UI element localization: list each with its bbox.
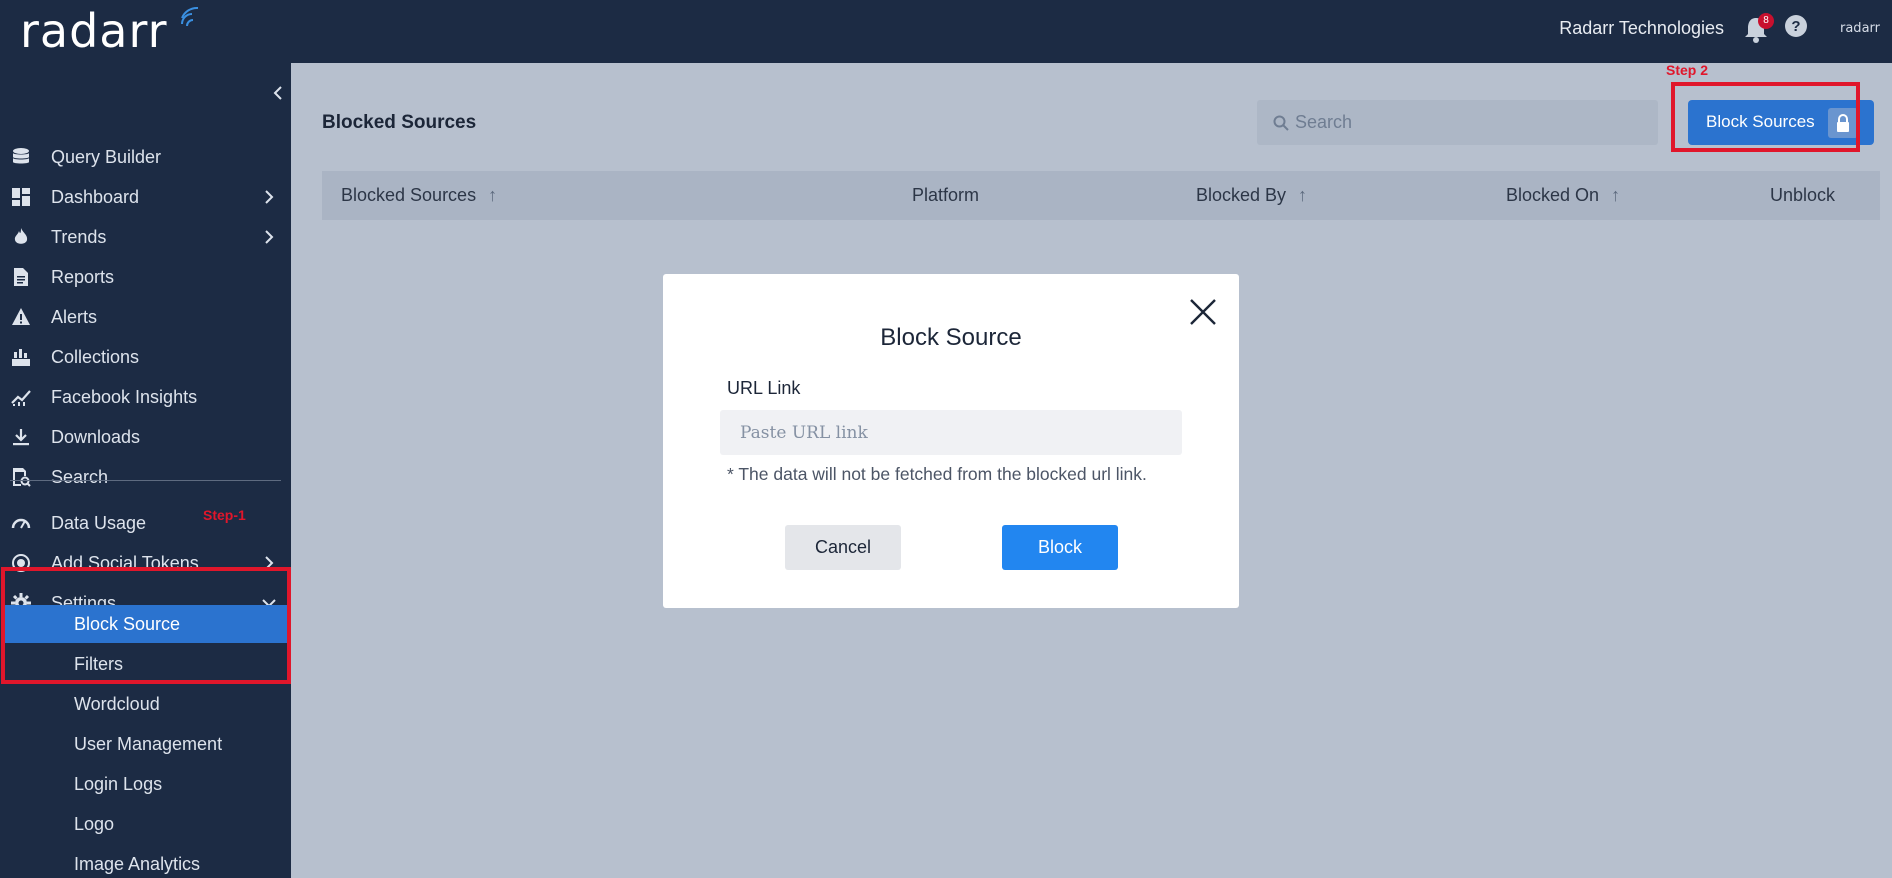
sidebar-item-reports[interactable]: Reports [0, 258, 291, 296]
sidebar-item-label: Downloads [51, 427, 141, 447]
sidebar-item-label: Search [51, 467, 109, 487]
sidebar-item-label: Dashboard [51, 187, 140, 207]
sidebar-subitem-label: User Management [74, 734, 223, 754]
block-button[interactable]: Block [1002, 525, 1118, 570]
sidebar-item-label: Facebook Insights [51, 387, 198, 407]
sidebar-subitem-user-management[interactable]: User Management [4, 725, 287, 763]
page-title: Blocked Sources [322, 112, 477, 133]
sidebar-subitem-label: Wordcloud [74, 694, 160, 714]
sidebar-item-facebook-insights[interactable]: Facebook Insights [0, 378, 291, 416]
collections-icon [12, 349, 30, 366]
sidebar: Query Builder Dashboard Trends Reports A… [0, 63, 291, 878]
column-header-blocked-on[interactable]: Blocked On ↑ [1506, 185, 1620, 206]
step1-highlight [1, 567, 291, 684]
warning-icon [12, 308, 30, 325]
search-input[interactable]: Search [1257, 100, 1658, 145]
notification-badge: 8 [1758, 13, 1774, 29]
sidebar-item-label: Reports [51, 267, 115, 287]
step2-highlight [1671, 82, 1860, 152]
sidebar-divider [10, 480, 281, 481]
sidebar-subitem-image-analytics[interactable]: Image Analytics [4, 845, 287, 878]
sidebar-item-data-usage[interactable]: Data Usage [0, 504, 291, 542]
sidebar-item-label: Collections [51, 347, 140, 367]
sidebar-item-search[interactable]: Search [0, 458, 291, 496]
column-header-blocked-by[interactable]: Blocked By ↑ [1196, 185, 1307, 206]
dashboard-icon [12, 188, 30, 206]
collapse-sidebar-icon[interactable] [270, 85, 286, 101]
step2-annotation: Step 2 [1666, 62, 1709, 78]
search-icon [1273, 115, 1289, 131]
sort-arrow-icon: ↑ [1611, 185, 1621, 205]
column-header-unblock: Unblock [1770, 185, 1836, 205]
sidebar-item-query-builder[interactable]: Query Builder [0, 138, 291, 176]
sidebar-subitem-label: Image Analytics [74, 854, 201, 874]
chevron-right-icon [265, 230, 274, 244]
modal-note: * The data will not be fetched from the … [727, 464, 1147, 484]
table-header: Blocked Sources ↑ Platform Blocked By ↑ Bl… [322, 171, 1880, 220]
column-header-platform: Platform [912, 185, 980, 205]
sidebar-item-dashboard[interactable]: Dashboard [0, 178, 291, 216]
sidebar-item-trends[interactable]: Trends [0, 218, 291, 256]
logo-text: radarr [20, 4, 168, 58]
help-icon[interactable]: ? [1784, 14, 1808, 38]
sidebar-item-label: Query Builder [51, 147, 162, 167]
company-name[interactable]: Radarr Technologies [1559, 18, 1724, 39]
signal-icon [181, 6, 199, 27]
sort-arrow-icon: ↑ [488, 185, 498, 205]
sidebar-item-collections[interactable]: Collections [0, 338, 291, 376]
search-placeholder: Search [1295, 112, 1353, 132]
url-link-label: URL Link [727, 378, 801, 398]
step1-annotation: Step-1 [203, 507, 246, 523]
sidebar-item-alerts[interactable]: Alerts [0, 298, 291, 336]
radarr-logo[interactable]: radarr [20, 4, 199, 58]
chevron-right-icon [265, 190, 274, 204]
url-link-input[interactable] [720, 410, 1182, 455]
search-doc-icon [13, 468, 31, 487]
sidebar-subitem-label: Logo [74, 814, 115, 834]
sidebar-subitem-label: Login Logs [74, 774, 163, 794]
sort-arrow-icon: ↑ [1298, 185, 1308, 205]
sidebar-subitem-wordcloud[interactable]: Wordcloud [4, 685, 287, 723]
fire-icon [14, 228, 28, 244]
user-avatar[interactable]: radarr [1840, 21, 1880, 36]
block-source-modal: Block Source URL Link * The data will no… [663, 274, 1239, 608]
sidebar-subitem-logo[interactable]: Logo [4, 805, 287, 843]
svg-text:?: ? [1791, 18, 1800, 35]
cancel-button[interactable]: Cancel [785, 525, 901, 570]
modal-title: Block Source [880, 324, 1022, 351]
sidebar-subitem-login-logs[interactable]: Login Logs [4, 765, 287, 803]
document-icon [14, 268, 28, 286]
column-header-blocked-sources[interactable]: Blocked Sources ↑ [341, 185, 497, 206]
top-bar: radarr Radarr Technologies 8 ? radarr [0, 0, 1892, 63]
download-icon [13, 429, 29, 446]
chart-line-icon [11, 390, 31, 406]
gauge-icon [11, 518, 31, 529]
sidebar-item-label: Data Usage [51, 513, 147, 533]
database-icon [13, 148, 29, 164]
close-icon[interactable] [1188, 297, 1218, 327]
sidebar-item-downloads[interactable]: Downloads [0, 418, 291, 456]
sidebar-item-label: Trends [51, 227, 107, 247]
sidebar-item-label: Alerts [51, 307, 98, 327]
